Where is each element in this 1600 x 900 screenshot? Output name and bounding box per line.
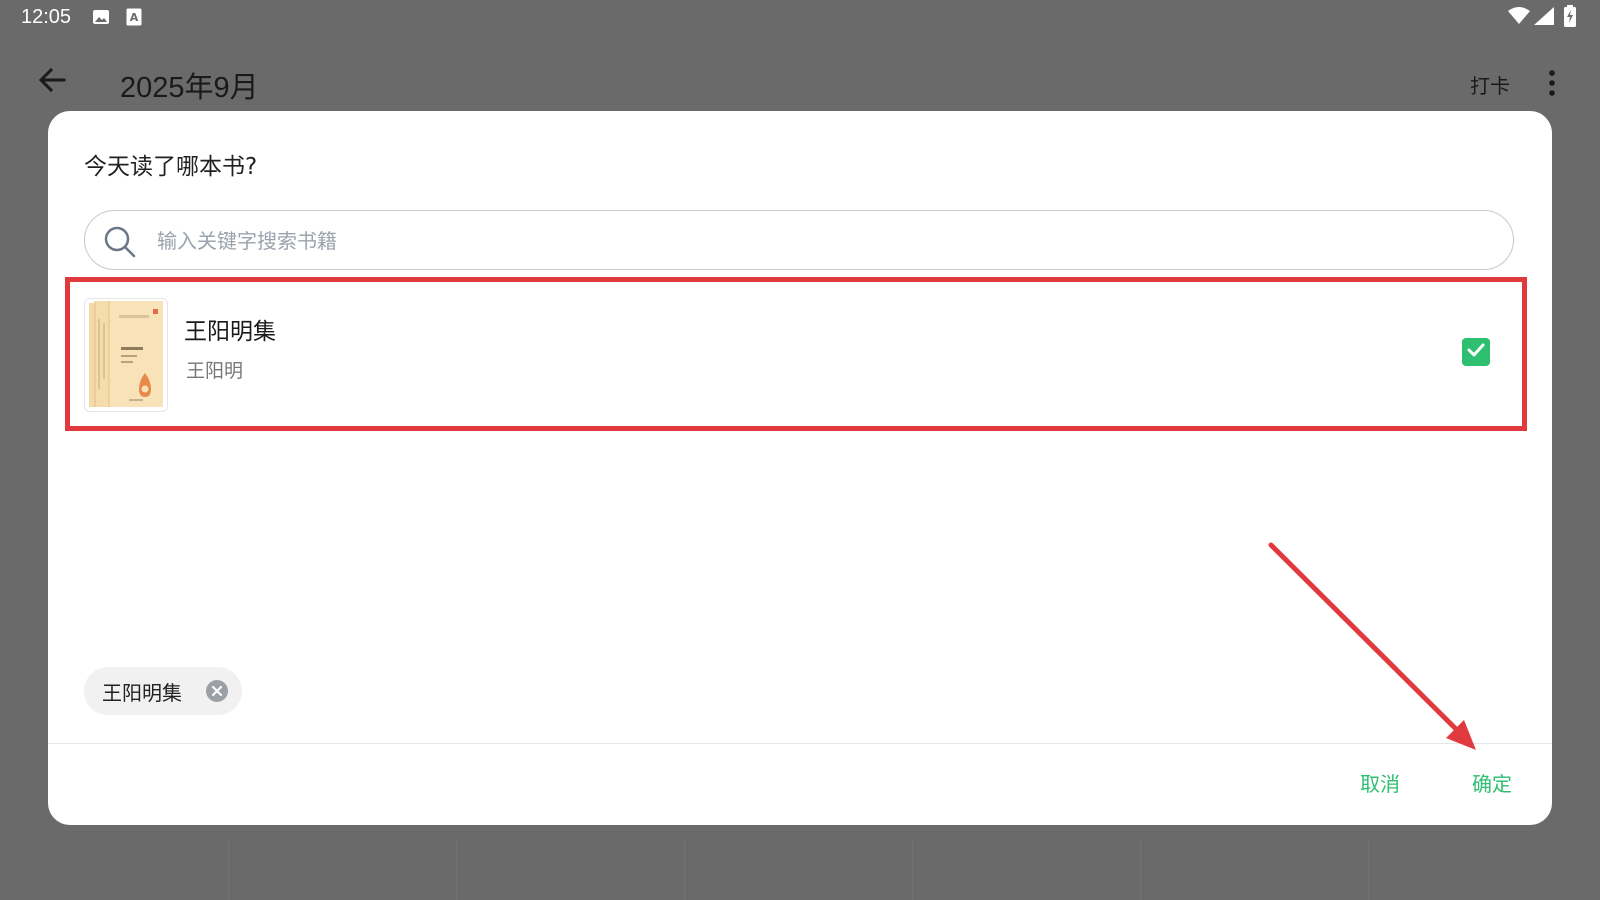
confirm-button[interactable]: 确定 <box>1472 768 1512 797</box>
signal-icon <box>1534 7 1554 29</box>
svg-text:A: A <box>130 11 139 24</box>
more-vert-icon[interactable] <box>1542 68 1562 98</box>
grid-divider <box>912 840 913 900</box>
status-time: 12:05 <box>21 6 72 28</box>
app-screen: 12:05 A 2025年9月 打卡 今天读了哪本书? 输入关键字搜索书籍 王阳… <box>0 0 1600 900</box>
wifi-icon <box>1508 7 1530 29</box>
grid-divider <box>456 840 457 900</box>
grid-divider <box>1368 840 1369 900</box>
book-list-item[interactable]: 王阳明集 王阳明 <box>68 278 1524 428</box>
search-input[interactable] <box>155 221 1459 261</box>
search-box[interactable] <box>84 210 1514 270</box>
back-arrow-icon <box>37 65 67 99</box>
book-checkbox[interactable] <box>1462 338 1490 366</box>
grid-divider <box>228 840 229 900</box>
battery-charging-icon <box>1564 5 1576 31</box>
book-cover <box>84 298 168 412</box>
check-icon <box>1465 339 1487 365</box>
grid-divider <box>1140 840 1141 900</box>
app-bar: 2025年9月 打卡 <box>0 48 1600 112</box>
status-bar: 12:05 A <box>0 0 1600 36</box>
grid-divider <box>684 840 685 900</box>
background-calendar-grid <box>0 840 1600 900</box>
dialog-title: 今天读了哪本书? <box>84 154 258 180</box>
search-icon <box>103 225 137 259</box>
image-icon <box>92 8 110 30</box>
cancel-button[interactable]: 取消 <box>1360 768 1400 797</box>
book-author: 王阳明 <box>186 360 244 382</box>
selected-book-chip: 王阳明集 <box>84 667 242 715</box>
checkin-button[interactable]: 打卡 <box>1470 70 1510 99</box>
chip-label: 王阳明集 <box>102 680 182 705</box>
chip-remove-icon[interactable] <box>206 680 228 702</box>
back-button[interactable] <box>30 60 74 104</box>
page-title: 2025年9月 <box>120 72 259 104</box>
book-title: 王阳明集 <box>184 319 276 345</box>
book-select-dialog: 今天读了哪本书? 输入关键字搜索书籍 王阳明集 王阳明 王阳明集 取消 确定 <box>48 111 1552 825</box>
a-letter-icon: A <box>126 8 142 30</box>
dialog-actions: 取消 确定 <box>48 744 1552 825</box>
